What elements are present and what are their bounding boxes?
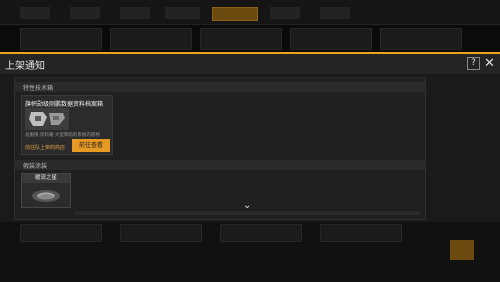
background-card [110,28,192,50]
background-tab [270,7,300,19]
background-card [200,28,282,50]
tech-box-title: 旗帜勋级刚鹏数据资料档案箱 [25,101,104,108]
background-top-bar [0,0,500,25]
section-header-tech: 特性技术箱 [15,82,425,92]
chevron-down-icon[interactable]: ⌄ [243,200,251,211]
skin-image [26,186,66,206]
tech-box-image [25,108,69,130]
close-button[interactable]: ✕ [483,57,496,70]
skin-name: 暖流之星 [22,174,70,183]
tech-box-card[interactable]: 旗帜勋级刚鹏数据资料档案箱 总服限·资料箱·大型和暗的系统内容物 前往队上架的商… [21,95,113,155]
background-card [220,224,302,242]
section-header-skin: 假装涂装 [15,160,425,170]
background-card [380,28,462,50]
background-badge [450,240,474,260]
background-card [120,224,202,242]
background-tab [70,7,100,19]
background-tab [165,7,200,19]
dialog-title-bar: 上架通知 ? ✕ [0,54,500,74]
background-card [290,28,372,50]
background-tab [120,7,150,19]
background-tab-active [212,7,258,21]
background-bottom-bar [0,222,500,282]
dialog-content: 特性技术箱 旗帜勋级刚鹏数据资料档案箱 总服限·资料箱·大型和暗的系统内容物 前… [14,77,426,220]
horizontal-scrollbar[interactable] [75,211,420,215]
section-label-skin: 假装涂装 [23,163,48,170]
background-card [320,224,402,242]
background-card [20,28,102,50]
goto-view-button[interactable]: 前往查看 [72,139,110,152]
background-tab [320,7,350,19]
listing-notice-dialog: 上架通知 ? ✕ 特性技术箱 旗帜勋级刚鹏数据资料档案箱 总服限·资料箱·大型和… [0,52,500,222]
skin-card[interactable]: 暖流之星 [21,173,71,208]
dialog-title: 上架通知 [5,61,45,72]
section-label-tech: 特性技术箱 [23,85,54,92]
background-card [20,224,102,242]
help-button[interactable]: ? [467,57,480,70]
tech-box-description: 总服限·资料箱·大型和暗的系统内容物 [25,133,100,138]
background-tab [20,7,50,19]
tech-box-hint: 前往队上架的商店 [25,145,66,151]
